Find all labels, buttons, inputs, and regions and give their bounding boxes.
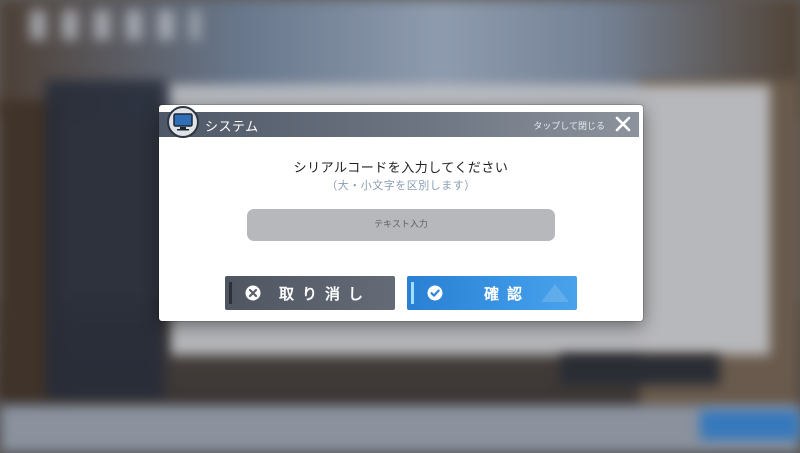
button-accent-bar <box>229 282 232 304</box>
tap-to-close-hint: タップして閉じる <box>533 122 605 132</box>
close-icon <box>615 116 631 132</box>
cancel-label: 取り消し <box>278 285 371 303</box>
decorative-triangle <box>541 284 569 302</box>
confirm-button[interactable]: 確認 <box>407 276 577 310</box>
cancel-x-icon <box>245 285 261 301</box>
dialog-titlebar: システム タップして閉じる <box>159 112 639 137</box>
serial-code-input[interactable] <box>247 209 555 241</box>
dialog-headline: シリアルコードを入力してください <box>293 161 509 176</box>
close-button[interactable] <box>613 114 633 134</box>
dialog-title: システム <box>205 120 259 135</box>
case-sensitive-note: （大・小文字を区別します） <box>326 179 476 192</box>
serial-code-dialog: システム タップして閉じる シリアルコードを入力してください （大・小文字を区別… <box>159 105 643 321</box>
button-accent-bar <box>411 282 414 304</box>
check-icon <box>427 285 443 301</box>
cancel-button[interactable]: 取り消し <box>225 276 395 310</box>
monitor-icon <box>167 106 199 138</box>
